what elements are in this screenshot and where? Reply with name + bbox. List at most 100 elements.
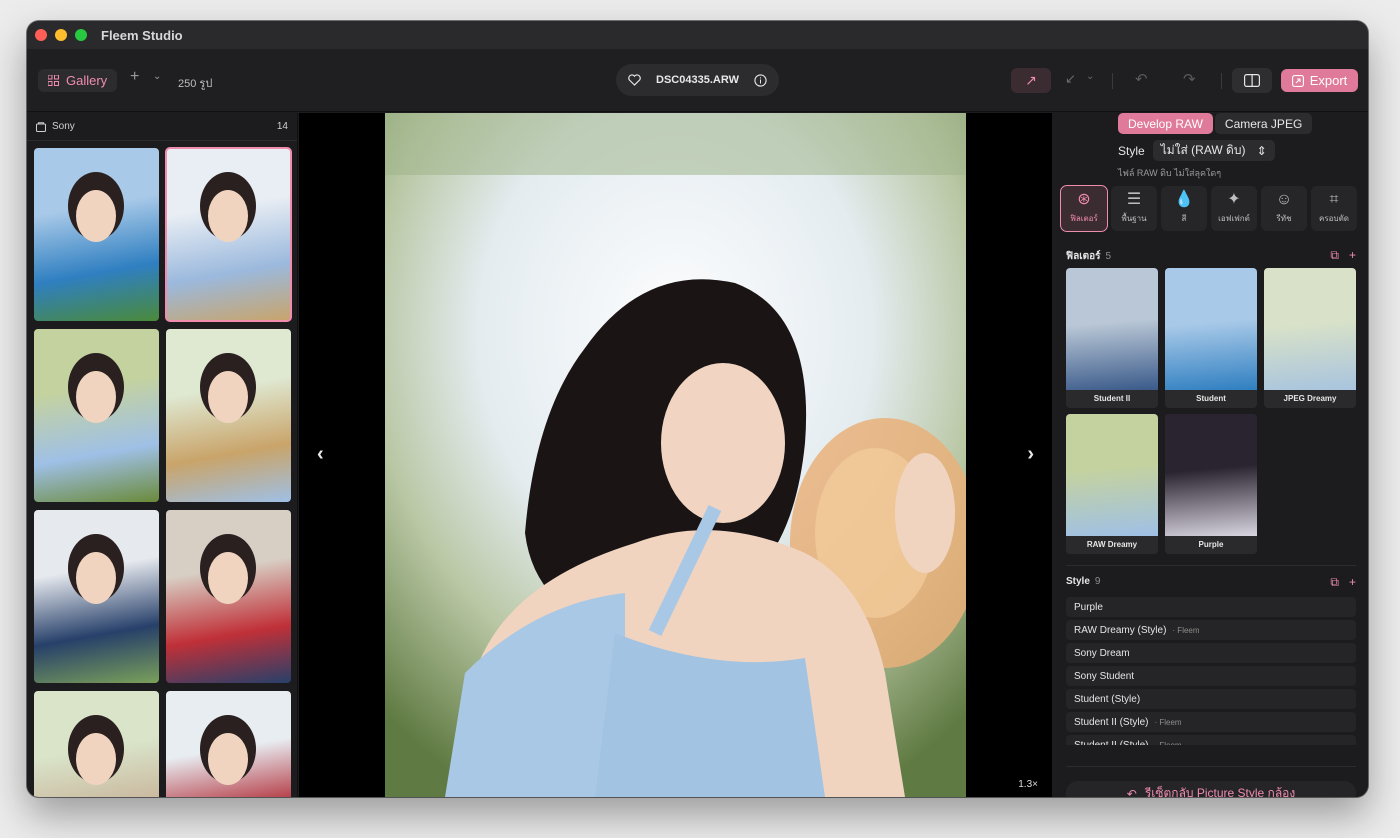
gallery-thumbnail[interactable]: [165, 147, 292, 322]
divider: [1066, 766, 1356, 767]
photo-viewer: ‹ › 1.3×: [299, 113, 1052, 797]
folder-add-icon[interactable]: ⧉: [1330, 575, 1339, 590]
split-view-button[interactable]: [1232, 68, 1272, 93]
toolbar: Gallery + ⌄ 250 รูป DSC04335.ARW ↗ ↙ ⌄ ↶…: [27, 49, 1368, 112]
gallery-button[interactable]: Gallery: [38, 69, 118, 92]
filter-card[interactable]: JPEG Dreamy: [1264, 268, 1356, 408]
folder-icon: [36, 121, 46, 132]
tool-tab-sparkle[interactable]: ✦ เอฟเฟกต์: [1211, 186, 1257, 231]
photo-count: 250 รูป: [178, 78, 213, 90]
gallery-thumbnail[interactable]: [34, 329, 159, 502]
filters-count: 5: [1105, 251, 1112, 262]
heart-icon[interactable]: [628, 74, 641, 86]
folder-header[interactable]: Sony 14: [27, 113, 297, 141]
zoom-window-button[interactable]: [75, 29, 87, 41]
gallery-thumbnail[interactable]: [34, 691, 159, 797]
reset-picture-style-button[interactable]: ↶ รีเซ็ตกลับ Picture Style กล้อง: [1066, 781, 1356, 797]
gallery-thumbnail[interactable]: [166, 691, 291, 797]
gallery-thumbnail[interactable]: [34, 510, 159, 683]
filter-card[interactable]: Student II: [1066, 268, 1158, 408]
previous-photo-icon[interactable]: ‹: [317, 443, 324, 466]
camera-jpeg-tab[interactable]: Camera JPEG: [1214, 113, 1313, 134]
arrow-down-left-icon[interactable]: ↙: [1065, 71, 1076, 87]
filter-preview: [1165, 268, 1257, 390]
thumbnail-subject: [76, 190, 116, 242]
chevron-down-icon[interactable]: ⌄: [153, 71, 161, 82]
export-button[interactable]: Export: [1281, 69, 1358, 92]
split-view-icon: [1244, 74, 1260, 87]
style-list-item[interactable]: Sony Student: [1066, 666, 1356, 686]
close-window-button[interactable]: [35, 29, 47, 41]
tool-tab-label: ฟิลเตอร์: [1070, 214, 1098, 223]
filter-card[interactable]: Student: [1165, 268, 1257, 408]
filter-card[interactable]: Purple: [1165, 414, 1257, 554]
minimize-window-button[interactable]: [55, 29, 67, 41]
grid-icon: [48, 75, 59, 86]
compare-button[interactable]: ↗: [1011, 68, 1051, 93]
filters-title: ฟิลเตอร์: [1066, 251, 1101, 262]
crop-icon: ⌗: [1329, 191, 1339, 208]
app-title: Fleem Studio: [101, 27, 183, 43]
undo-icon[interactable]: ↶: [1135, 70, 1148, 88]
filter-card[interactable]: RAW Dreamy: [1066, 414, 1158, 554]
gallery-thumbnail[interactable]: [34, 148, 159, 321]
tool-tab-sliders[interactable]: ☰ พื้นฐาน: [1111, 186, 1157, 231]
style-list-item[interactable]: Student II (Style) · Fleem: [1066, 712, 1356, 732]
tool-tab-retouch[interactable]: ☺ รีทัช: [1261, 186, 1307, 231]
style-section-header: Style 9: [1066, 576, 1100, 587]
style-list-item[interactable]: Student II (Style) · Fleem: [1066, 735, 1356, 745]
style-name: RAW Dreamy (Style): [1074, 624, 1167, 636]
gallery-thumbnail[interactable]: [166, 510, 291, 683]
next-photo-icon[interactable]: ›: [1027, 443, 1034, 466]
export-label: Export: [1309, 73, 1348, 88]
filter-label: RAW Dreamy: [1086, 540, 1138, 549]
chevron-down-icon[interactable]: ⌄: [1086, 71, 1094, 82]
sliders-icon: ☰: [1126, 191, 1142, 208]
style-list-item[interactable]: Purple: [1066, 597, 1356, 617]
style-name: Student (Style): [1074, 693, 1141, 705]
filter-label: JPEG Dreamy: [1283, 394, 1337, 403]
info-icon[interactable]: [754, 73, 767, 87]
style-section-title: Style: [1066, 576, 1090, 587]
thumbnail-subject: [76, 733, 116, 785]
folder-name: Sony: [52, 121, 75, 132]
add-icon[interactable]: +: [1349, 575, 1356, 590]
filter-label: Student: [1196, 394, 1226, 403]
style-count: 9: [1094, 576, 1101, 587]
filter-preview: [1066, 268, 1158, 390]
thumbnail-subject: [208, 190, 248, 242]
tool-tab-crop[interactable]: ⌗ ครอบตัด: [1311, 186, 1357, 231]
filters-actions: ⧉ +: [1330, 248, 1356, 263]
style-tag: · Fleem: [1172, 625, 1200, 635]
redo-icon[interactable]: ↷: [1183, 70, 1196, 88]
folder-add-icon[interactable]: ⧉: [1330, 248, 1339, 263]
folder-count: 14: [276, 121, 288, 132]
main-photo[interactable]: [385, 113, 966, 797]
chevron-updown-icon: ⇕: [1256, 143, 1267, 158]
style-list-item[interactable]: RAW Dreamy (Style) · Fleem: [1066, 620, 1356, 640]
divider: [1066, 565, 1356, 566]
style-list-item[interactable]: Sony Dream: [1066, 643, 1356, 663]
style-list-item[interactable]: Student (Style): [1066, 689, 1356, 709]
reset-icon: ↶: [1126, 786, 1137, 798]
style-select[interactable]: ไม่ใส่ (RAW ดิบ) ⇕: [1152, 140, 1275, 161]
style-label: Style: [1118, 143, 1145, 158]
tool-tab-filter[interactable]: ⊛ ฟิลเตอร์: [1060, 185, 1108, 232]
zoom-level[interactable]: 1.3×: [1018, 779, 1038, 790]
divider: [1112, 73, 1113, 89]
tool-tabs: ⊛ ฟิลเตอร์ ☰ พื้นฐาน 💧 สี ✦ เอฟเฟกต์ ☺ รีทัช ⌗ ครอบ…: [1060, 185, 1357, 232]
style-name: Student II (Style): [1074, 739, 1149, 746]
divider: [1221, 73, 1222, 89]
add-icon[interactable]: +: [1349, 248, 1356, 263]
develop-raw-tab[interactable]: Develop RAW: [1118, 113, 1213, 134]
develop-panel: Develop RAW Camera JPEG Style ไม่ใส่ (RA…: [1053, 113, 1368, 797]
tool-tab-label: รีทัช: [1276, 214, 1292, 223]
tool-tab-drop[interactable]: 💧 สี: [1161, 186, 1207, 231]
style-name: Purple: [1074, 601, 1103, 613]
thumbnail-subject: [76, 371, 116, 423]
retouch-icon: ☺: [1275, 191, 1293, 208]
style-name: Student II (Style): [1074, 716, 1149, 728]
add-icon[interactable]: +: [130, 68, 139, 86]
window-controls: [35, 29, 87, 41]
gallery-thumbnail[interactable]: [166, 329, 291, 502]
